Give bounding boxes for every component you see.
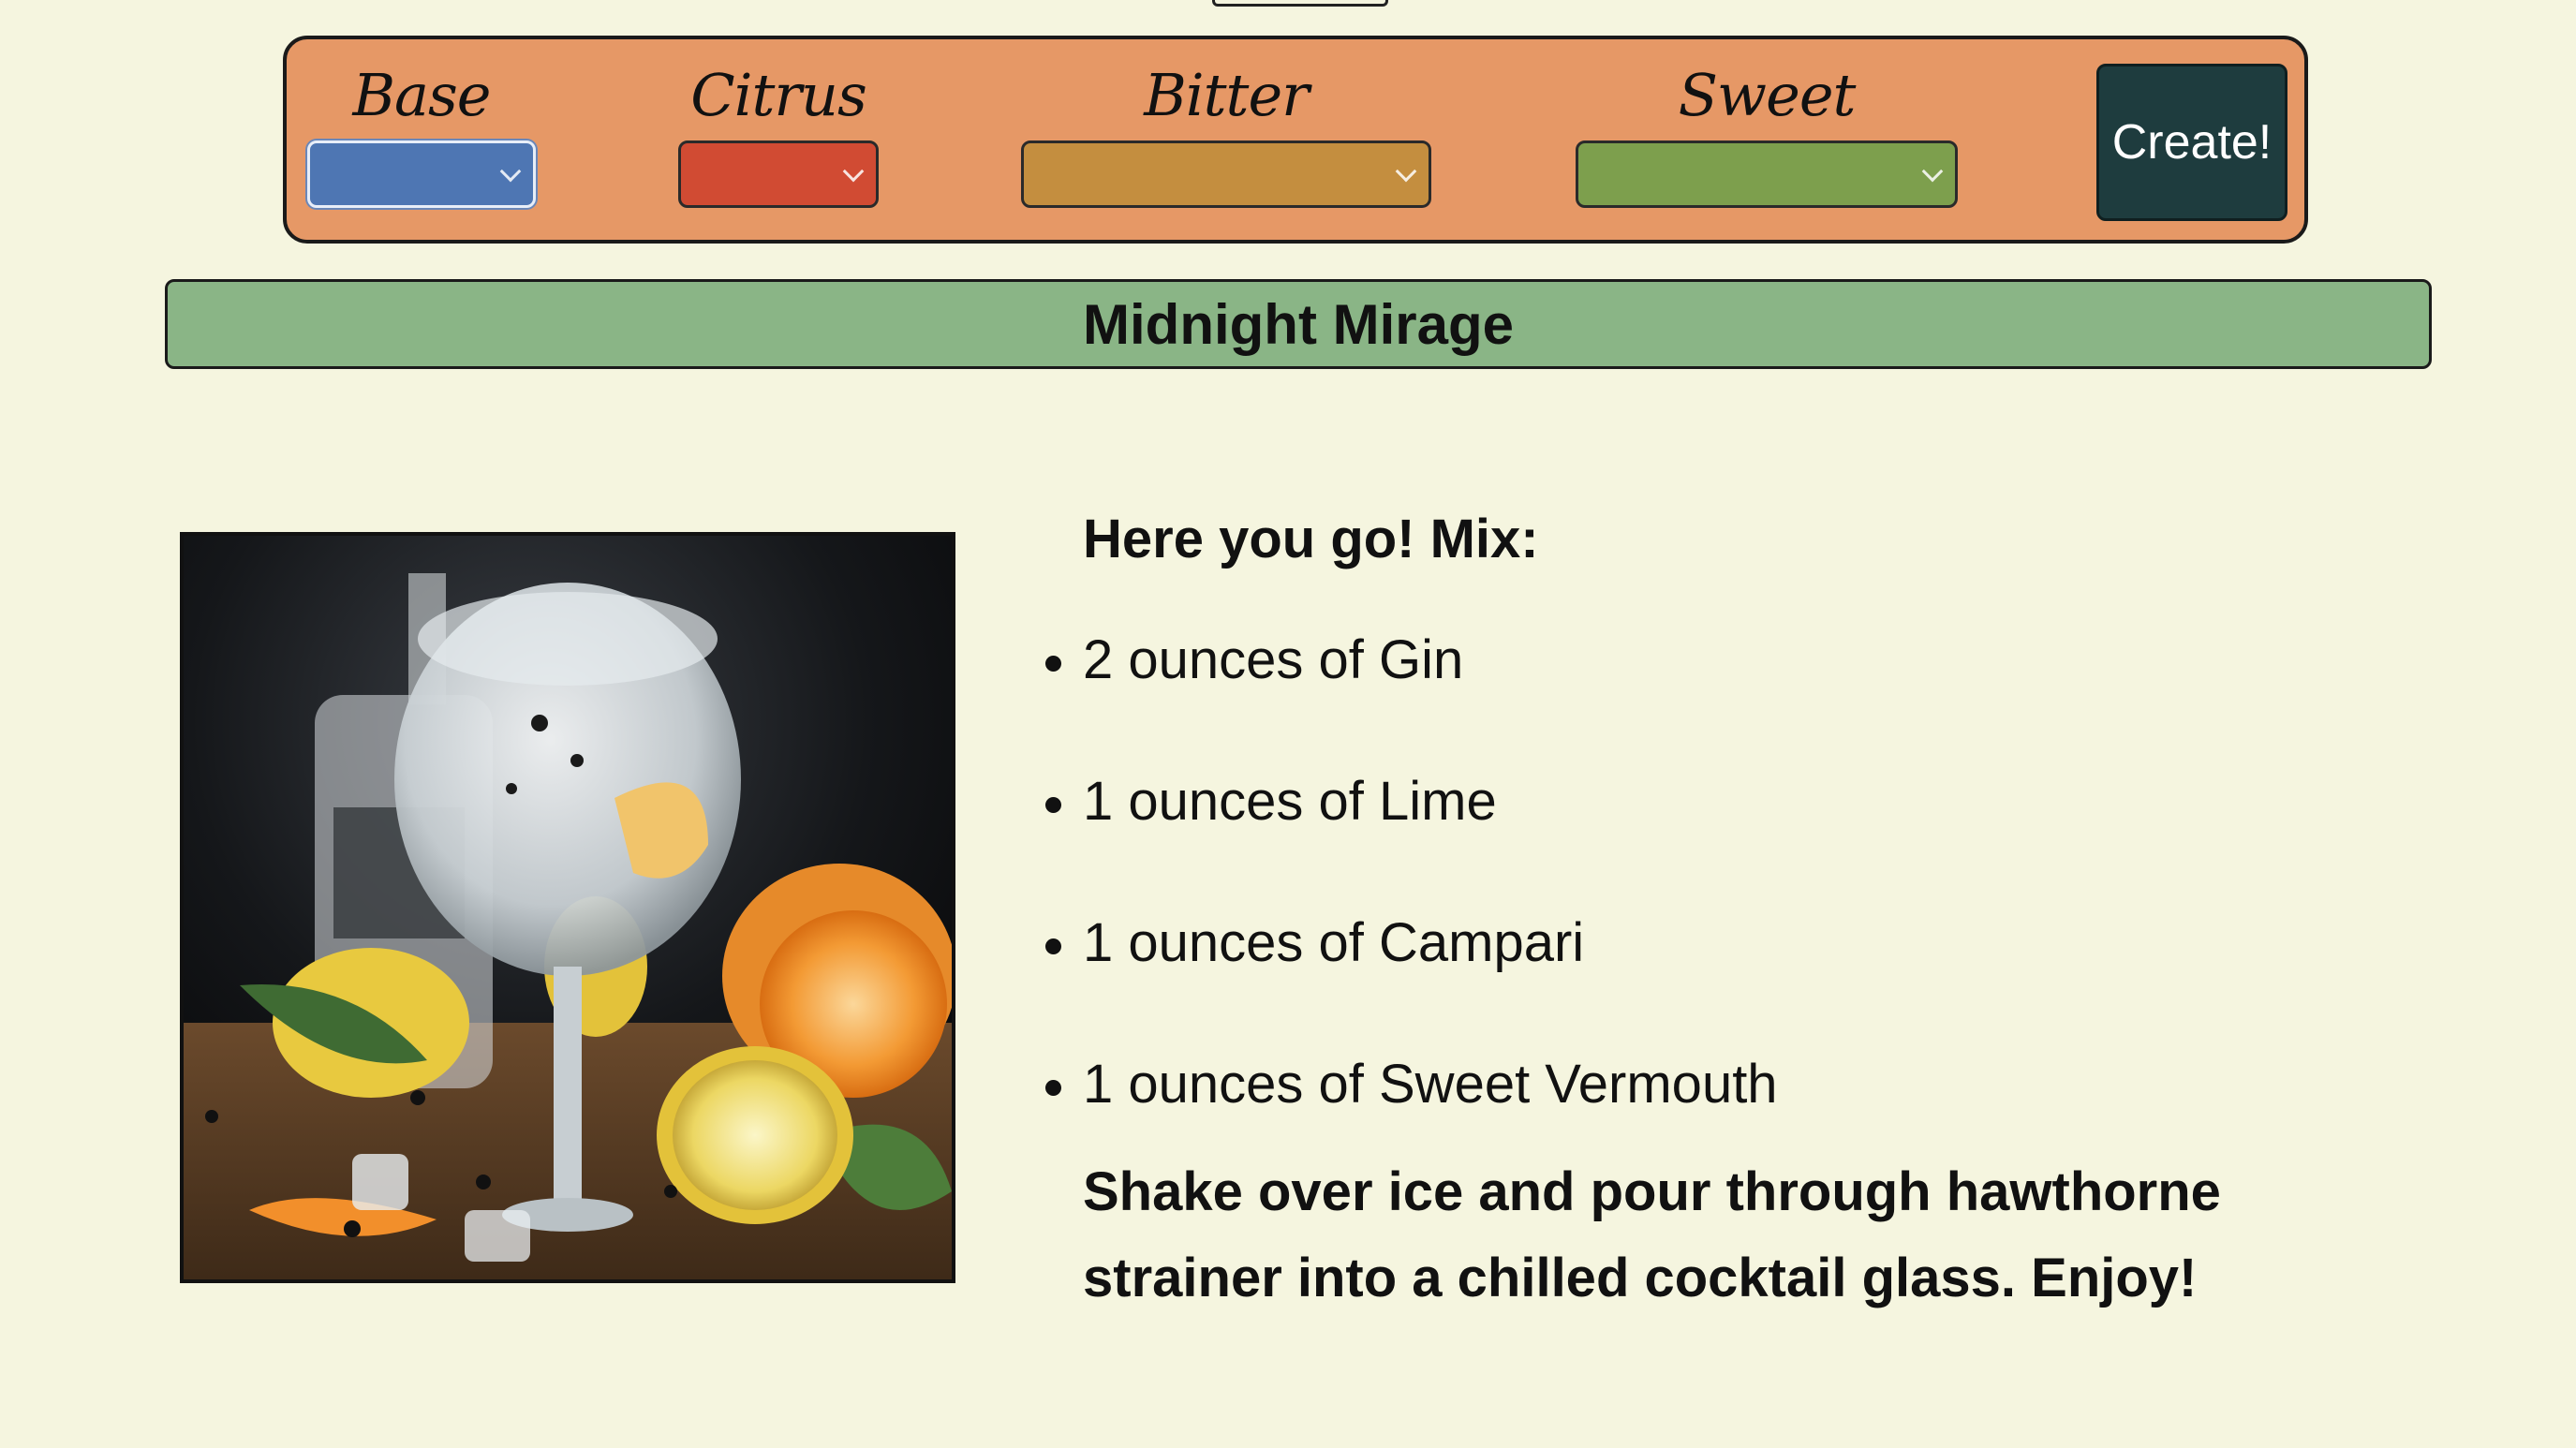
sweet-select[interactable]	[1576, 140, 1958, 208]
bitter-group: Bitter	[1021, 56, 1431, 135]
recipe-instructions: Shake over ice and pour through hawthorn…	[1083, 1161, 2221, 1308]
ingredient-item: 2 ounces of Gin	[1045, 628, 2450, 769]
chevron-down-icon	[842, 160, 865, 183]
base-group: Base	[307, 56, 536, 135]
sweet-label: Sweet	[1678, 61, 1857, 129]
chevron-down-icon	[1395, 160, 1417, 183]
ingredient-item: 1 ounces of Campari	[1045, 910, 2450, 1052]
citrus-select[interactable]	[678, 140, 879, 208]
sweet-group: Sweet	[1576, 56, 1958, 135]
cocktail-photo-illustration	[184, 536, 952, 1279]
ingredient-item: 1 ounces of Lime	[1045, 769, 2450, 910]
ingredient-selector-panel: Base Citrus Bitter Sweet Create!	[283, 36, 2308, 244]
bitter-label: Bitter	[1144, 61, 1310, 129]
ingredient-list: 2 ounces of Gin 1 ounces of Lime 1 ounce…	[1045, 628, 2450, 1193]
cocktail-generator-page: Base Citrus Bitter Sweet Create! Midnigh…	[0, 0, 2576, 1448]
bitter-select[interactable]	[1021, 140, 1431, 208]
chevron-down-icon	[1921, 160, 1944, 183]
cocktail-photo	[180, 532, 955, 1283]
citrus-label: Citrus	[690, 61, 867, 129]
chevron-down-icon	[499, 160, 522, 183]
recipe-intro: Here you go! Mix:	[1083, 509, 1539, 569]
recipe-panel: Here you go! Mix: 2 ounces of Gin 1 ounc…	[1045, 506, 2450, 1193]
create-button[interactable]: Create!	[2096, 64, 2287, 221]
base-select[interactable]	[307, 140, 536, 208]
top-tab-edge	[1212, 0, 1388, 7]
base-label: Base	[352, 61, 491, 129]
cocktail-name: Midnight Mirage	[165, 279, 2432, 369]
citrus-group: Citrus	[678, 56, 879, 135]
